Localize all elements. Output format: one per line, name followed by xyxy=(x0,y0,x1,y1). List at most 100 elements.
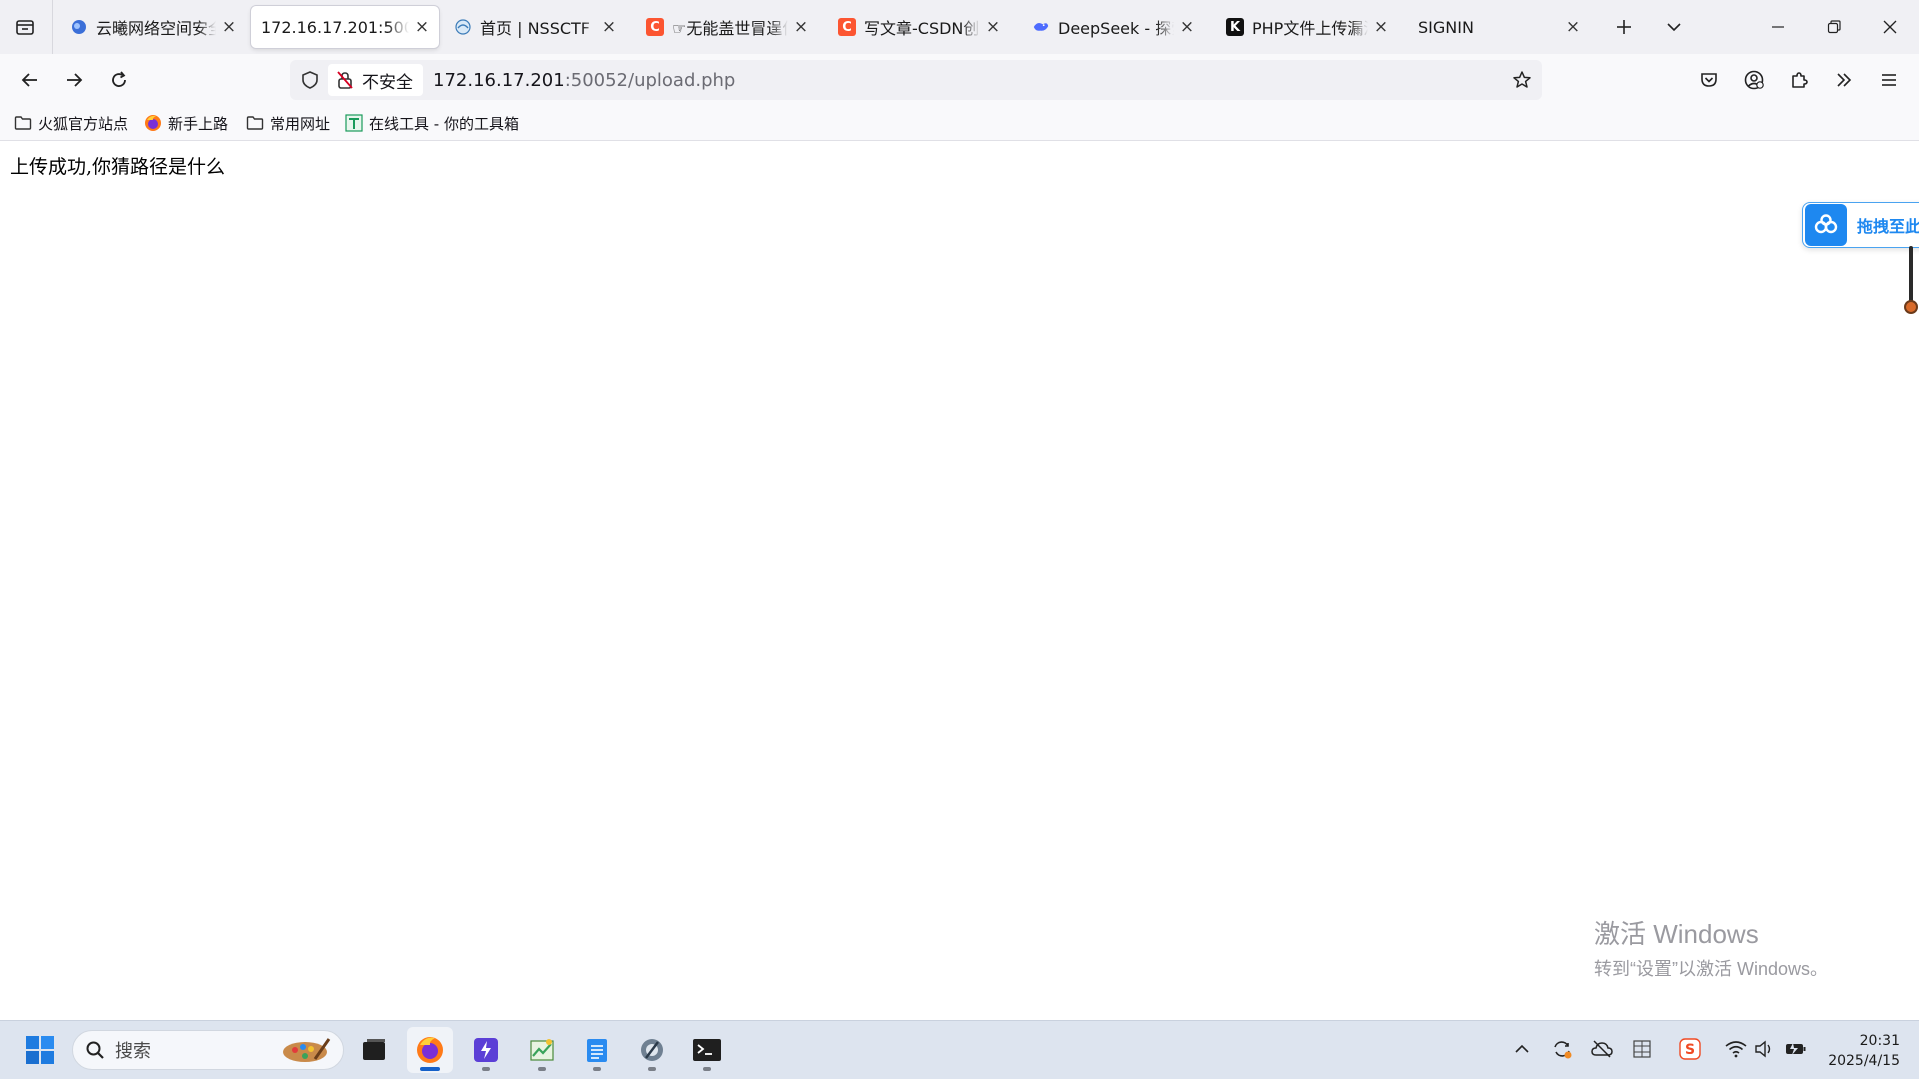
tab-strip-divider xyxy=(52,0,53,54)
bookmarks-toolbar: 火狐官方站点 新手上路 常用网址 在线工具 - 你的工具箱 xyxy=(0,106,1919,141)
taskbar-app-chart[interactable] xyxy=(519,1027,565,1073)
bookmark-firefox-official[interactable]: 火狐官方站点 xyxy=(14,111,128,135)
chevron-down-icon xyxy=(1667,23,1681,32)
close-window-button[interactable] xyxy=(1872,10,1908,44)
tray-app-pattern[interactable] xyxy=(1628,1035,1656,1063)
taskbar-app-gear[interactable] xyxy=(629,1027,675,1073)
image-editor-icon xyxy=(530,1039,554,1061)
tab-title: 写文章-CSDN创作 xyxy=(864,19,980,38)
tab-csdn-2[interactable]: C 写文章-CSDN创作 × xyxy=(828,6,1010,48)
cloud-offline-icon xyxy=(1591,1040,1613,1058)
insecure-lock-icon xyxy=(337,71,353,89)
taskbar-notepad[interactable] xyxy=(574,1027,620,1073)
bookmark-online-tools[interactable]: 在线工具 - 你的工具箱 xyxy=(345,111,519,135)
taskbar-task-view[interactable] xyxy=(351,1027,397,1073)
windows-activation-watermark: 激活 Windows 转到“设置”以激活 Windows。 xyxy=(1594,914,1828,981)
tray-battery[interactable] xyxy=(1782,1035,1810,1063)
more-tools-button[interactable] xyxy=(1826,62,1862,98)
close-icon[interactable]: × xyxy=(792,17,810,37)
tab-list-icon xyxy=(16,20,34,35)
site-security-indicator[interactable]: 不安全 xyxy=(328,64,423,96)
arrow-left-icon xyxy=(21,73,37,87)
reload-icon xyxy=(112,71,126,87)
search-placeholder: 搜索 xyxy=(115,1041,151,1062)
tray-onedrive[interactable] xyxy=(1588,1035,1616,1063)
tool-icon xyxy=(345,114,363,132)
tracking-protection-shield-icon[interactable] xyxy=(298,68,322,92)
tab-nssctf[interactable]: 首页 | NSSCTF × xyxy=(444,6,626,48)
bookmark-getting-started[interactable]: 新手上路 xyxy=(144,111,228,135)
tab-list-button[interactable] xyxy=(6,10,44,44)
bookmark-label: 常用网址 xyxy=(270,114,331,133)
tab-upload[interactable]: 172.16.17.201:50052/ × xyxy=(251,6,439,48)
system-clock[interactable]: 20:31 2025/4/15 xyxy=(1820,1031,1900,1071)
tray-volume[interactable] xyxy=(1751,1035,1779,1063)
tab-yunxi[interactable]: 云曦网络空间安全 × xyxy=(60,6,246,48)
tray-sogou-ime[interactable]: S xyxy=(1676,1035,1704,1063)
forward-button[interactable] xyxy=(56,62,92,98)
address-bar[interactable]: 不安全 172.16.17.201:50052/upload.php xyxy=(290,60,1542,100)
minimize-icon xyxy=(1772,26,1784,28)
cloud-storage-icon xyxy=(1805,204,1847,246)
reload-button[interactable] xyxy=(101,62,137,98)
close-icon[interactable]: × xyxy=(984,17,1002,37)
app-menu-button[interactable] xyxy=(1871,62,1907,98)
drag-handle-knob[interactable] xyxy=(1904,300,1918,314)
close-icon[interactable]: × xyxy=(413,17,431,37)
security-label: 不安全 xyxy=(362,72,413,93)
pocket-button[interactable] xyxy=(1691,62,1727,98)
minimize-button[interactable] xyxy=(1760,10,1796,44)
taskbar-app-bolt[interactable] xyxy=(463,1027,509,1073)
nssctf-logo-icon xyxy=(454,18,472,36)
account-button[interactable] xyxy=(1736,62,1772,98)
bookmark-star-icon[interactable] xyxy=(1510,68,1534,92)
url-host: 172.16.17.201 xyxy=(433,69,565,91)
folder-icon xyxy=(246,114,264,132)
k-logo-icon: K xyxy=(1226,18,1244,36)
close-icon[interactable]: × xyxy=(1564,17,1582,37)
close-icon[interactable]: × xyxy=(1178,17,1196,37)
clock-time: 20:31 xyxy=(1859,1033,1900,1049)
search-icon xyxy=(86,1041,104,1059)
tab-title: SIGNIN xyxy=(1418,17,1474,37)
wifi-icon xyxy=(1725,1041,1747,1058)
terminal-icon xyxy=(693,1039,721,1061)
taskbar-terminal[interactable] xyxy=(684,1027,730,1073)
drag-drop-widget[interactable]: 拖拽至此 xyxy=(1802,202,1919,248)
upload-result-message: 上传成功,你猜路径是什么 xyxy=(10,156,226,178)
tab-csdn-1[interactable]: C ☞无能盖世冒逞何 × xyxy=(636,6,818,48)
speaker-icon xyxy=(1755,1040,1771,1058)
tray-wifi[interactable] xyxy=(1722,1035,1750,1063)
close-icon[interactable]: × xyxy=(600,17,618,37)
tab-overflow-button[interactable] xyxy=(1656,10,1692,44)
tab-title: PHP文件上传漏洞 xyxy=(1252,19,1368,38)
pocket-icon xyxy=(1701,73,1717,87)
arrow-right-icon xyxy=(67,73,83,87)
back-button[interactable] xyxy=(12,62,48,98)
tab-php-upload[interactable]: K PHP文件上传漏洞 × xyxy=(1216,6,1398,48)
tray-sync[interactable] xyxy=(1548,1035,1576,1063)
drag-handle[interactable] xyxy=(1909,246,1913,308)
double-chevron-right-icon xyxy=(1837,73,1852,87)
app-tray-icon xyxy=(1633,1040,1651,1058)
bookmark-common-sites[interactable]: 常用网址 xyxy=(246,111,330,135)
running-indicator xyxy=(538,1067,546,1071)
task-view-icon xyxy=(363,1039,385,1060)
close-icon[interactable]: × xyxy=(1372,17,1390,37)
bookmark-label: 火狐官方站点 xyxy=(38,114,129,133)
navigation-toolbar: 不安全 172.16.17.201:50052/upload.php xyxy=(0,54,1919,106)
new-tab-button[interactable] xyxy=(1606,10,1642,44)
windows-logo-icon xyxy=(26,1036,54,1064)
start-button[interactable] xyxy=(17,1027,63,1073)
taskbar-search-box[interactable]: 搜索 xyxy=(72,1030,344,1070)
close-icon[interactable]: × xyxy=(220,17,238,37)
extensions-button[interactable] xyxy=(1781,62,1817,98)
restore-button[interactable] xyxy=(1816,10,1852,44)
url-field[interactable]: 172.16.17.201:50052/upload.php xyxy=(433,60,735,100)
tab-deepseek[interactable]: DeepSeek - 探索 × xyxy=(1022,6,1204,48)
drag-widget-label: 拖拽至此 xyxy=(1857,217,1919,236)
taskbar-firefox[interactable] xyxy=(407,1027,453,1073)
tab-signin[interactable]: SIGNIN × xyxy=(1408,6,1590,48)
bookmark-label: 新手上路 xyxy=(168,114,229,133)
tray-overflow-button[interactable] xyxy=(1508,1035,1536,1063)
